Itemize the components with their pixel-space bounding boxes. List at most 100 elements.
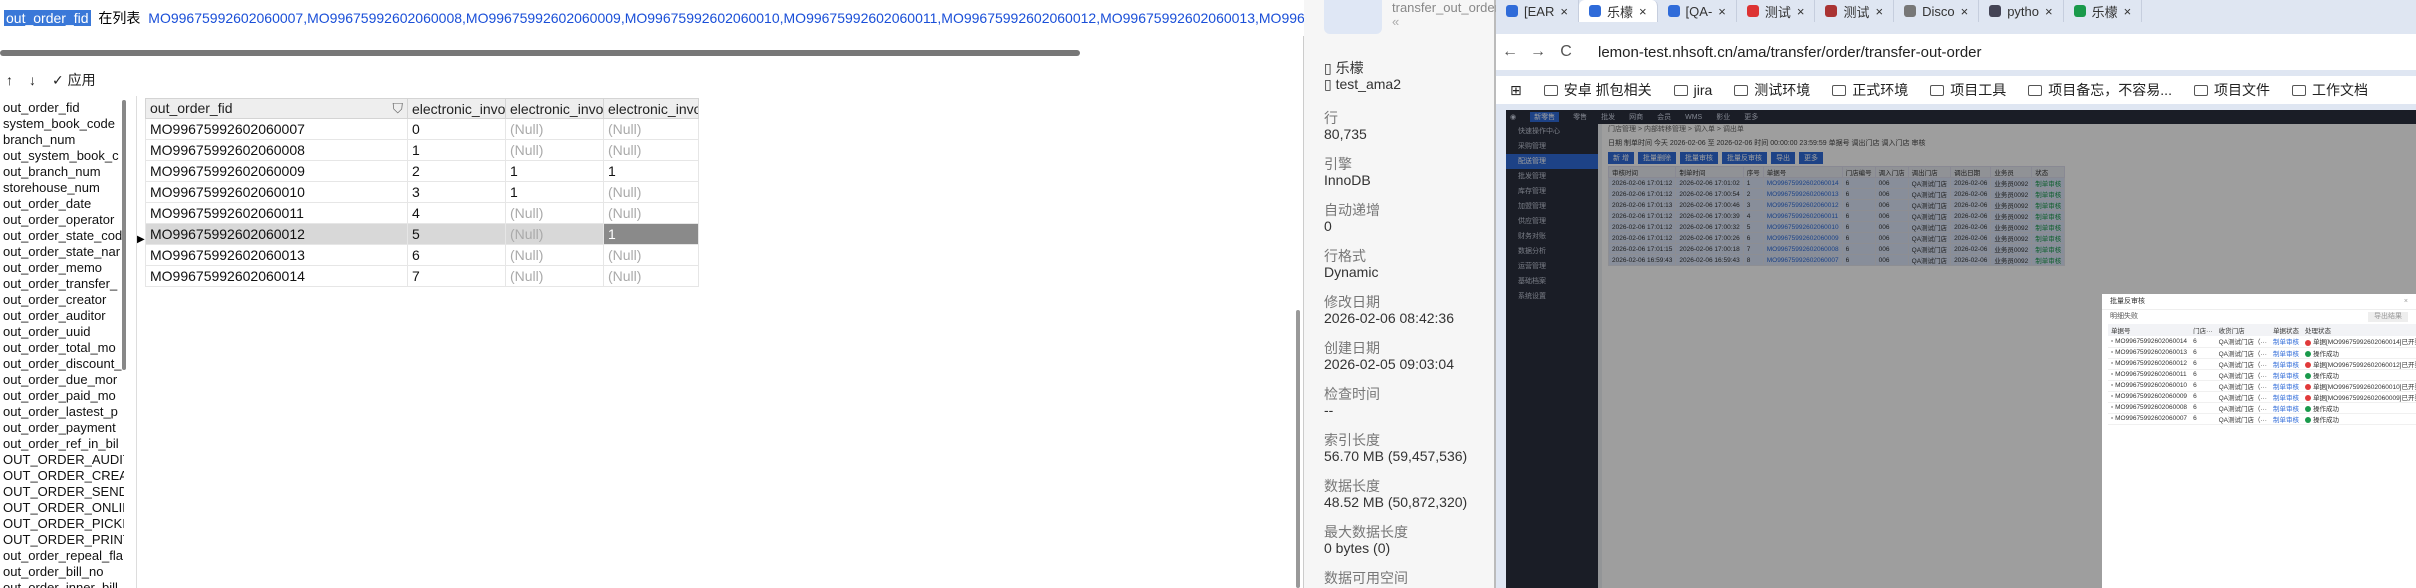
browser-tab[interactable]: Disco × — [1894, 0, 1980, 22]
field-list-item[interactable]: OUT_ORDER_CREAT — [0, 468, 124, 484]
browser-tab[interactable]: [QA- × — [1658, 0, 1737, 22]
table-cell[interactable]: 1 — [603, 160, 699, 182]
field-list-item[interactable]: system_book_code — [0, 116, 124, 132]
field-list-item[interactable]: out_order_state_nar — [0, 244, 124, 260]
table-cell[interactable]: MO99675992602060009 — [145, 160, 408, 182]
table-cell[interactable]: (Null) — [603, 118, 699, 140]
table-cell[interactable]: MO99675992602060007 — [145, 118, 408, 140]
field-list-item[interactable]: out_order_paid_mo — [0, 388, 124, 404]
table-cell[interactable]: (Null) — [505, 244, 604, 266]
table-cell[interactable]: 0 — [407, 118, 506, 140]
field-list-item[interactable]: out_order_discount_ — [0, 356, 124, 372]
table-cell[interactable]: (Null) — [603, 265, 699, 287]
field-list-item[interactable]: OUT_ORDER_AUDIT — [0, 452, 124, 468]
bookmark-folder[interactable]: jira — [1673, 82, 1712, 98]
result-cell[interactable]: 制单审核 — [2269, 380, 2302, 392]
browser-tab[interactable]: 乐檬 × — [1578, 0, 1658, 22]
table-cell[interactable]: 1 — [407, 139, 506, 161]
browser-tab[interactable]: 测试 × — [1815, 0, 1895, 22]
bookmark-folder[interactable]: 项目文件 — [2193, 80, 2270, 100]
field-list-item[interactable]: out_order_payment — [0, 420, 124, 436]
table-cell[interactable]: MO99675992602060010 — [145, 181, 408, 203]
table-cell[interactable]: 5 — [407, 223, 506, 245]
horizontal-scrollbar[interactable] — [0, 50, 1080, 56]
table-cell[interactable]: (Null) — [603, 139, 699, 161]
filter-values[interactable]: MO99675992602060007,MO99675992602060008,… — [148, 10, 1304, 26]
close-icon[interactable]: × — [2404, 294, 2408, 310]
field-list-item[interactable]: storehouse_num — [0, 180, 124, 196]
field-list-item[interactable]: out_order_inner_bill — [0, 580, 124, 588]
result-cell[interactable]: 制单审核 — [2269, 402, 2302, 414]
move-down-icon[interactable]: ↓ — [29, 72, 36, 88]
table-cell[interactable]: 1 — [505, 181, 604, 203]
table-cell[interactable]: 1 — [603, 223, 699, 245]
table-cell[interactable]: MO99675992602060014 — [145, 265, 408, 287]
field-list-item[interactable]: out_order_date — [0, 196, 124, 212]
column-header[interactable]: electronic_invoice_id — [603, 98, 699, 119]
column-header[interactable]: out_order_fid ⛉ — [145, 98, 408, 119]
filter-icon[interactable]: ⛉ — [393, 100, 404, 117]
browser-tab[interactable]: 测试 × — [1737, 0, 1816, 22]
table-cell[interactable]: (Null) — [603, 181, 699, 203]
field-list-item[interactable]: out_order_bill_no — [0, 564, 124, 580]
bookmark-folder[interactable]: 安卓 抓包相关 — [1543, 80, 1652, 100]
table-cell[interactable]: (Null) — [505, 118, 604, 140]
field-list-item[interactable]: out_order_lastest_p — [0, 404, 124, 420]
column-header[interactable]: electronic_invoice_state — [407, 98, 506, 119]
table-row[interactable]: MO99675992602060007 0 (Null) (Null) — [145, 118, 699, 140]
table-row[interactable]: MO99675992602060014 7 (Null) (Null) — [145, 265, 699, 287]
field-list-item[interactable]: OUT_ORDER_SEND — [0, 484, 124, 500]
field-list-item[interactable]: out_order_auditor — [0, 308, 124, 324]
move-up-icon[interactable]: ↑ — [6, 72, 13, 88]
table-cell[interactable]: MO99675992602060012 — [145, 223, 408, 245]
table-cell[interactable]: 7 — [407, 265, 506, 287]
result-cell[interactable]: 制单审核 — [2269, 347, 2302, 359]
result-cell[interactable]: 制单审核 — [2269, 391, 2302, 403]
tab-close-icon[interactable]: × — [2045, 4, 2053, 19]
field-list-item[interactable]: OUT_ORDER_PRINT — [0, 532, 124, 548]
field-list-item[interactable]: out_order_fid — [0, 100, 124, 116]
field-list-item[interactable]: out_order_due_mor — [0, 372, 124, 388]
field-list-item[interactable]: out_system_book_c — [0, 148, 124, 164]
table-row[interactable]: MO99675992602060012 5 (Null) 1 — [145, 223, 699, 245]
field-list-item[interactable]: out_branch_num — [0, 164, 124, 180]
table-cell[interactable]: 6 — [407, 244, 506, 266]
url-field[interactable]: lemon-test.nhsoft.cn/ama/transfer/order/… — [1598, 44, 1982, 61]
table-cell[interactable]: (Null) — [505, 265, 604, 287]
back-icon[interactable]: ← — [1496, 43, 1524, 61]
field-list-item[interactable]: out_order_memo — [0, 260, 124, 276]
browser-tab[interactable]: pytho × — [1979, 0, 2064, 22]
table-cell[interactable]: (Null) — [505, 202, 604, 224]
result-cell[interactable]: 制单审核 — [2269, 413, 2302, 425]
field-list-item[interactable]: out_order_creator — [0, 292, 124, 308]
filter-field[interactable]: out_order_fid — [4, 10, 91, 26]
browser-tab[interactable]: 乐檬 × — [2064, 0, 2143, 22]
table-cell[interactable]: (Null) — [505, 223, 604, 245]
table-cell[interactable]: (Null) — [603, 244, 699, 266]
apps-grid-icon[interactable]: ⊞ — [1510, 82, 1522, 99]
table-cell[interactable]: MO99675992602060008 — [145, 139, 408, 161]
column-header[interactable]: electronic_invoice_numb — [505, 98, 604, 119]
table-cell[interactable]: 3 — [407, 181, 506, 203]
result-cell[interactable]: 制单审核 — [2269, 358, 2302, 370]
table-cell[interactable]: (Null) — [603, 202, 699, 224]
field-list-item[interactable]: out_order_repeal_fla — [0, 548, 124, 564]
table-cell[interactable]: MO99675992602060011 — [145, 202, 408, 224]
tab-close-icon[interactable]: × — [1718, 4, 1726, 19]
tab-close-icon[interactable]: × — [2124, 4, 2132, 19]
bookmark-folder[interactable]: 项目工具 — [1930, 80, 2006, 100]
result-cell[interactable]: 制单审核 — [2269, 336, 2302, 348]
table-cell[interactable]: 4 — [407, 202, 506, 224]
browser-tab[interactable]: [EAR × — [1496, 0, 1579, 22]
bookmark-folder[interactable]: 正式环境 — [1832, 80, 1908, 100]
field-list-item[interactable]: out_order_ref_in_bil — [0, 436, 124, 452]
apply-button[interactable]: ✓ 应用 — [52, 70, 96, 90]
grid-vertical-scrollbar[interactable] — [1296, 310, 1300, 588]
field-list-item[interactable]: out_order_uuid — [0, 324, 124, 340]
tab-close-icon[interactable]: × — [1797, 4, 1805, 19]
export-result-button[interactable]: 导出结果 — [2368, 312, 2408, 322]
collapse-icon[interactable]: « — [1392, 14, 1399, 29]
bookmark-folder[interactable]: 项目备忘，不容易... — [2028, 80, 2172, 100]
reload-icon[interactable]: C — [1552, 43, 1580, 61]
tab-close-icon[interactable]: × — [1876, 4, 1884, 19]
